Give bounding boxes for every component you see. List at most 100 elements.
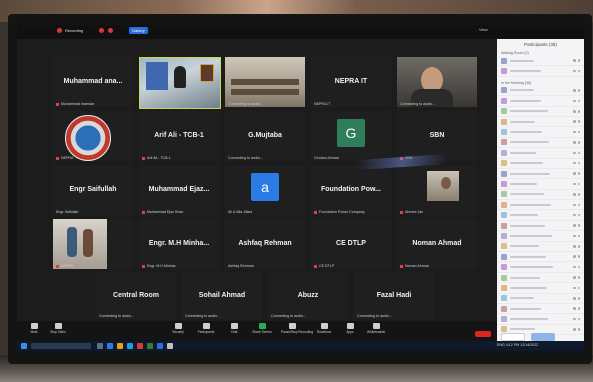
participant-tile[interactable]: Arif Ali - TCB-1 Arif Ali - TCB-1 (139, 111, 219, 161)
meeting-top-bar: Recording Gallery View (17, 25, 584, 39)
camera-icon (577, 99, 580, 103)
view-button[interactable]: View (479, 27, 488, 32)
participant-tile[interactable]: a Ali & Alia Jillani (225, 165, 305, 215)
participant-tile[interactable]: Connecting to audio... (225, 57, 305, 107)
participant-list-item[interactable] (497, 314, 584, 325)
taskbar-app-icon[interactable] (107, 343, 113, 349)
participant-list-item[interactable] (497, 252, 584, 263)
participant-avatar-icon (501, 284, 507, 291)
taskbar-app-icon[interactable] (137, 343, 143, 349)
recording-label: Recording (65, 28, 84, 33)
system-tray[interactable]: ENG 4:12 PM 12/14/2022 (497, 343, 538, 347)
camera-icon (577, 172, 580, 175)
share-screen-button[interactable]: Share Screen (251, 323, 273, 334)
reactions-button[interactable]: Reactions (313, 323, 335, 334)
mic-icon (573, 255, 576, 258)
waiting-room-header[interactable]: Waiting Room (2) (501, 51, 584, 55)
participant-tile[interactable]: G Ghulam Ahmad (311, 111, 391, 161)
chat-button[interactable]: Chat (223, 323, 245, 334)
participant-list-item[interactable] (497, 148, 584, 159)
participant-tile[interactable]: Connecting to audio... (397, 57, 477, 107)
participant-list-item[interactable] (497, 190, 584, 201)
participant-list-item[interactable] (497, 86, 584, 97)
mic-icon (573, 328, 576, 331)
participant-list-item[interactable] (497, 127, 584, 138)
participant-avatar-icon (501, 191, 507, 198)
muted-mic-icon (142, 264, 145, 268)
gallery-view-button[interactable]: Gallery (129, 27, 148, 34)
participant-tile[interactable]: Engr Saifullah Engr Saifullah (53, 165, 133, 215)
participant-tile[interactable]: Foundation Pow... Foundation Power Compa… (311, 165, 391, 215)
participant-avatar-icon (501, 274, 507, 281)
participant-list-item[interactable] (497, 179, 584, 190)
participant-list-item[interactable] (497, 273, 584, 284)
participant-list-item[interactable] (497, 210, 584, 221)
taskbar-app-icon[interactable] (147, 343, 153, 349)
participant-list-item[interactable] (497, 262, 584, 273)
participant-list-item[interactable] (497, 138, 584, 149)
taskbar-app-icon[interactable] (127, 343, 133, 349)
participant-tile[interactable]: Abuzz Connecting to audio... (268, 273, 348, 319)
windows-taskbar: ENG 4:12 PM 12/14/2022 (17, 341, 584, 351)
participant-tile[interactable]: Sohail Ahmad Connecting to audio... (182, 273, 262, 319)
participant-tile[interactable]: Muhammad Ejaz... Muhammad Ejaz Khan (139, 165, 219, 215)
participant-list-item[interactable] (497, 242, 584, 253)
participant-name-placeholder (510, 276, 540, 279)
participant-label: Foundation Power Company (319, 210, 365, 214)
participant-tile[interactable]: Ahmed Jan (397, 165, 477, 215)
participant-tile[interactable]: Engr. M.H Minha... Engr. M.H Minhas (139, 219, 219, 269)
participant-label: Engr Saifullah (56, 210, 79, 214)
taskbar-app-icon[interactable] (117, 343, 123, 349)
active-speaker-tile[interactable] (139, 57, 221, 109)
mic-icon (573, 317, 576, 321)
participant-name-placeholder (510, 110, 548, 113)
whiteboards-button[interactable]: Whiteboards (365, 323, 387, 334)
start-icon[interactable] (21, 343, 27, 349)
participant-label: Connecting to audio... (185, 314, 220, 318)
mute-button[interactable]: Mute (23, 323, 45, 334)
participant-list-item[interactable] (497, 231, 584, 242)
in-meeting-header[interactable]: In the Meeting (36) (501, 81, 584, 85)
participant-list-item[interactable] (497, 304, 584, 315)
participant-tile[interactable]: Fazal Hadi Connecting to audio... (354, 273, 434, 319)
apps-button[interactable]: Apps (339, 323, 361, 334)
participant-tile[interactable]: Muhammad ana... Muhammad Inamdar (53, 57, 133, 107)
participant-list-item[interactable] (497, 96, 584, 107)
participant-tile[interactable]: Ashfaq Rehman Ashfaq Rehman (225, 219, 305, 269)
participant-tile[interactable]: NEPRA IT NEPRA IT (311, 57, 391, 107)
participant-avatar-icon (501, 326, 507, 333)
taskbar-app-icon[interactable] (157, 343, 163, 349)
participant-list-item[interactable] (497, 200, 584, 211)
invite-button[interactable] (501, 333, 525, 341)
taskbar-search-box[interactable] (31, 343, 91, 349)
end-meeting-button[interactable] (475, 331, 491, 337)
participant-list-item[interactable] (497, 107, 584, 117)
taskbar-app-icon[interactable] (167, 343, 173, 349)
participants-button[interactable]: Participants (195, 323, 217, 334)
recording-indicator[interactable]: Recording (57, 28, 83, 33)
participant-list-item[interactable] (497, 283, 584, 294)
mute-all-button[interactable] (531, 333, 555, 341)
participant-list-item[interactable] (497, 56, 584, 67)
muted-mic-icon (142, 210, 145, 214)
mic-icon (573, 265, 576, 269)
participant-list-item[interactable] (497, 66, 584, 77)
pause-recording-button[interactable]: Pause/Stop Recording (281, 323, 313, 334)
security-button[interactable]: Security (167, 323, 189, 334)
participant-list-item[interactable] (497, 169, 584, 180)
stop-video-button[interactable]: Stop Video (47, 323, 69, 334)
participant-tile[interactable]: Noman Ahmad Noman Ahmad (397, 219, 477, 269)
taskbar-app-icon[interactable] (97, 343, 103, 349)
participant-tile[interactable]: NEPRA (53, 111, 133, 161)
participant-list-item[interactable] (497, 159, 584, 169)
participant-tile[interactable]: G.Mujtaba Connecting to audio... (225, 111, 305, 161)
participant-tile[interactable]: Central Room Connecting to audio... (96, 273, 176, 319)
camera-icon (54, 323, 62, 329)
participant-tile[interactable]: CE DTLP CE DTLP (311, 219, 391, 269)
participant-list-item[interactable] (497, 221, 584, 232)
camera-icon (577, 59, 580, 62)
participant-list-item[interactable] (497, 294, 584, 304)
participant-list-item[interactable] (497, 117, 584, 128)
participant-name: NEPRA IT (334, 78, 368, 85)
participant-tile[interactable]: NEPRA (53, 219, 133, 269)
